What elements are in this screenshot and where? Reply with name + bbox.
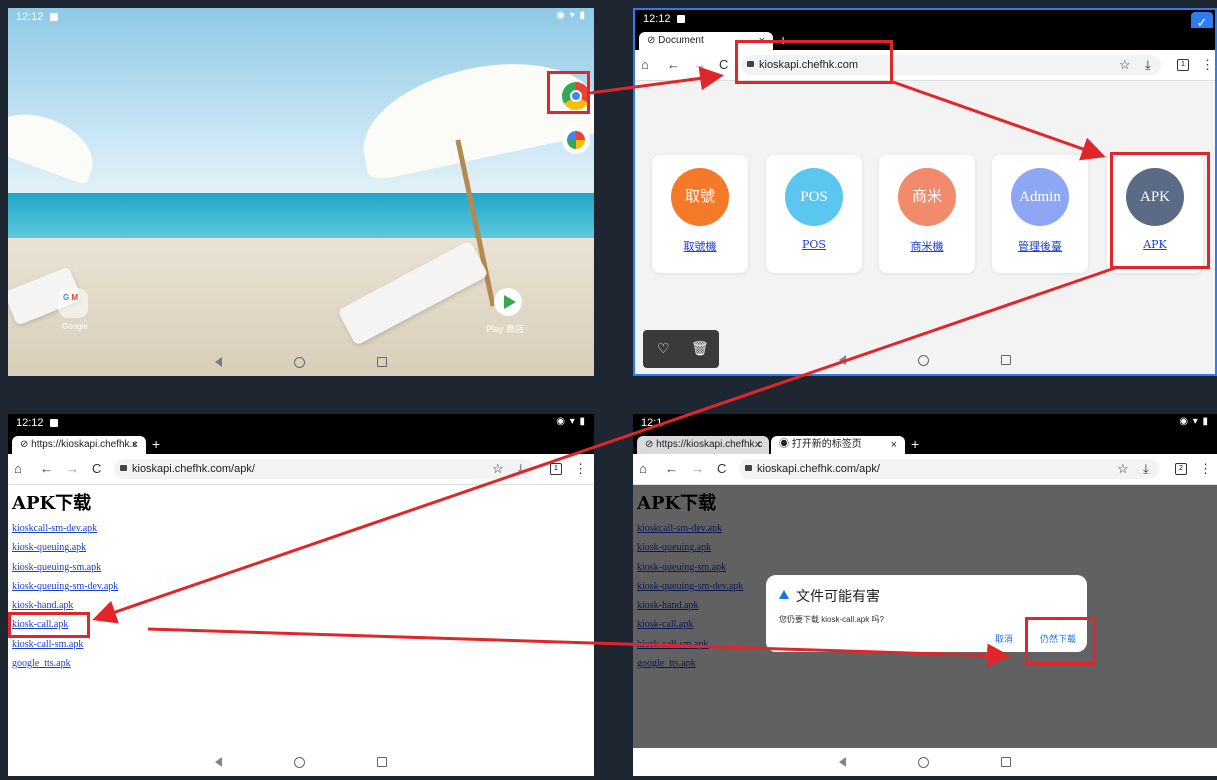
arrow-chrome-to-url — [589, 66, 724, 95]
annotation-arrows — [92, 66, 1116, 668]
arrow-file-to-dialog — [147, 627, 1011, 668]
arrow-apk-to-file — [92, 266, 1116, 624]
arrow-url-to-apk — [892, 80, 1106, 161]
